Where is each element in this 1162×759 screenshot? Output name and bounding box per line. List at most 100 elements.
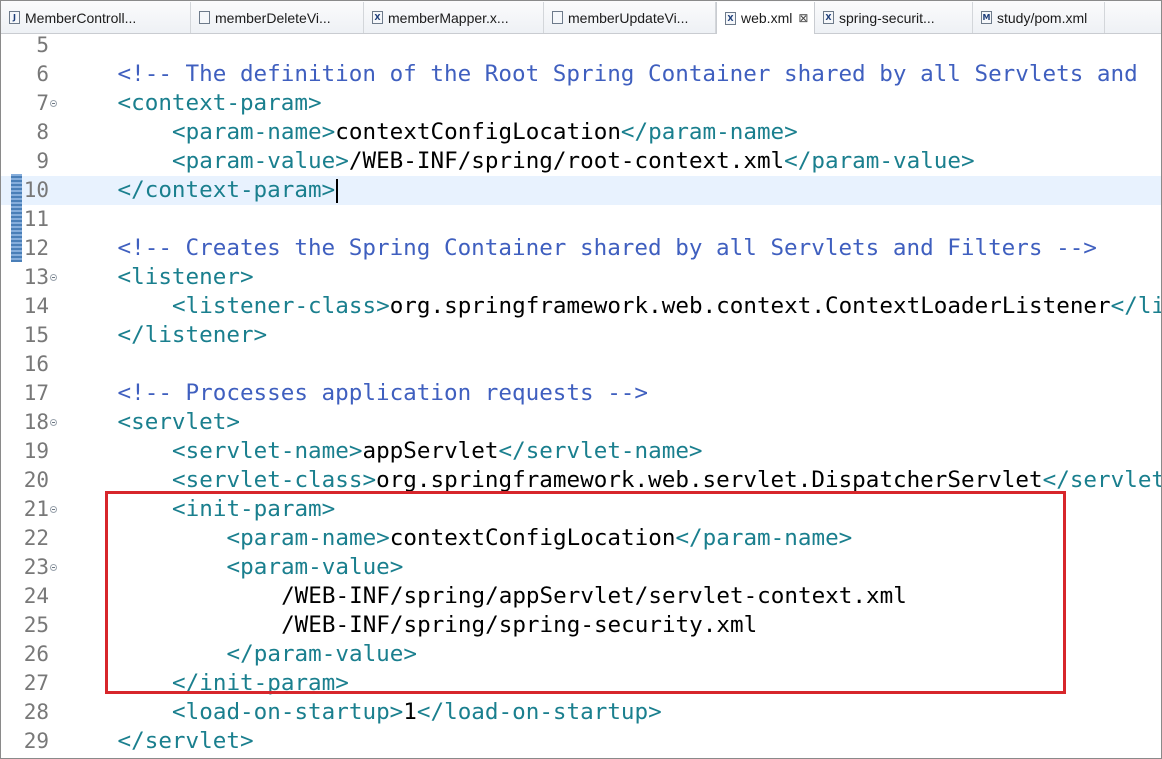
xml-tag: <param-value> [226, 554, 404, 580]
line-number: 14 [23, 294, 49, 318]
line-number: 6 [36, 62, 49, 86]
xml-tag: </init-param> [172, 670, 349, 696]
xml-comment: <!-- Processes application requests --> [117, 380, 649, 406]
xml-tag: <load-on-startup> [172, 699, 404, 725]
xml-tag: </load-on-startup> [416, 699, 662, 725]
line-number: 21 [23, 497, 49, 521]
xml-tag: </param-value> [784, 148, 975, 174]
line-number: 9 [36, 149, 49, 173]
code-line[interactable]: 17 <!-- Processes application requests --… [1, 379, 1161, 408]
tab-memberdeletevi[interactable]: memberDeleteVi... [191, 2, 364, 33]
code-line[interactable]: 18 <servlet> [1, 408, 1161, 437]
jsp-file-icon [552, 11, 563, 24]
xml-file-icon: X [725, 11, 736, 25]
code-line[interactable]: 14 <listener-class>org.springframework.we… [1, 292, 1161, 321]
code-line[interactable]: 29 </servlet> [1, 727, 1161, 756]
line-number: 29 [23, 729, 49, 753]
xml-tag: <servlet> [117, 409, 240, 435]
line-number: 7 [36, 91, 49, 115]
code-line[interactable]: 21 <init-param> [1, 495, 1161, 524]
xml-tag: </param-name> [675, 525, 853, 551]
code-text: </init-param> [172, 669, 349, 698]
line-number: 17 [23, 381, 49, 405]
xml-tag: </param-name> [620, 119, 798, 145]
tab-label: spring-securit... [839, 9, 935, 26]
fold-toggle-icon[interactable] [50, 274, 57, 281]
fold-toggle-icon[interactable] [50, 100, 57, 107]
xml-tag: </listener> [117, 322, 268, 348]
fold-toggle-icon[interactable] [50, 564, 57, 571]
code-text: <servlet> [118, 408, 240, 437]
code-line[interactable]: 8 <param-name>contextConfigLocation</para… [1, 118, 1161, 147]
code-text: </servlet> [118, 727, 254, 756]
tab-spring-securit[interactable]: Xspring-securit... [815, 2, 973, 33]
code-line[interactable]: 15 </listener> [1, 321, 1161, 350]
code-text: /WEB-INF/spring/spring-security.xml [281, 611, 757, 640]
xml-text: contextConfigLocation [389, 525, 676, 551]
tab-label: MemberControll... [25, 9, 137, 26]
code-line[interactable]: 12 <!-- Creates the Spring Container shar… [1, 234, 1161, 263]
code-text: <!-- The definition of the Root Spring C… [118, 60, 1138, 89]
code-line[interactable]: 9 <param-value>/WEB-INF/spring/root-conte… [1, 147, 1161, 176]
jsp-file-icon [199, 11, 210, 24]
code-line[interactable]: 7 <context-param> [1, 89, 1161, 118]
code-line[interactable]: 24/WEB-INF/spring/appServlet/servlet-con… [1, 582, 1161, 611]
xml-tag: <param-name> [226, 525, 390, 551]
line-number: 23 [23, 555, 49, 579]
xml-tag: <servlet-name> [172, 438, 363, 464]
line-number: 20 [23, 468, 49, 492]
xml-tag: <listener> [117, 264, 254, 290]
code-line[interactable]: 26 </param-value> [1, 640, 1161, 669]
tab-label: memberDeleteVi... [215, 9, 331, 26]
tab-membermapper-x[interactable]: XmemberMapper.x... [364, 2, 544, 33]
tab-label: memberUpdateVi... [568, 9, 689, 26]
xml-tag: </servlet-name> [498, 438, 703, 464]
code-line[interactable]: 28 <load-on-startup>1</load-on-startup> [1, 698, 1161, 727]
code-line[interactable]: 6 <!-- The definition of the Root Spring … [1, 60, 1161, 89]
tab-membercontroll[interactable]: J MemberControll... [1, 2, 191, 33]
code-text: <context-param> [118, 89, 322, 118]
code-line[interactable]: 25/WEB-INF/spring/spring-security.xml [1, 611, 1161, 640]
tab-web-xml[interactable]: Xweb.xml ⊠ [716, 2, 815, 34]
xml-text: 1 [403, 699, 417, 725]
code-text: <init-param> [172, 495, 335, 524]
code-line[interactable]: 13 <listener> [1, 263, 1161, 292]
line-number: 13 [23, 265, 49, 289]
code-text: </listener> [118, 321, 268, 350]
tab-memberupdatevi[interactable]: memberUpdateVi... [544, 2, 716, 33]
line-number: 27 [23, 671, 49, 695]
xml-tag: <param-name> [172, 119, 336, 145]
code-line[interactable]: 16 [1, 350, 1161, 379]
code-line[interactable]: 5 [1, 33, 1161, 60]
xml-tag: </listener-class> [1110, 293, 1161, 319]
code-text: </context-param> [118, 176, 339, 205]
xml-tag: </servlet> [117, 728, 254, 754]
xml-text: /WEB-INF/spring/appServlet/servlet-conte… [281, 583, 907, 609]
xml-file-icon: X [823, 11, 834, 24]
xml-text: org.springframework.web.context.ContextL… [389, 293, 1111, 319]
code-text: <param-value>/WEB-INF/spring/root-contex… [172, 147, 975, 176]
code-editor[interactable]: 29 </servlet> 28 <load-on-startup>1</load-o… [1, 33, 1161, 758]
code-line[interactable]: 20 <servlet-class>org.springframework.web… [1, 466, 1161, 495]
code-line[interactable]: 10 </context-param> [1, 176, 1161, 205]
maven-file-icon: M [981, 11, 992, 24]
line-number: 26 [23, 642, 49, 666]
code-line[interactable]: 23 <param-value> [1, 553, 1161, 582]
close-tab-icon[interactable]: ⊠ [798, 11, 808, 25]
code-text: <listener> [118, 263, 254, 292]
tab-study-pom-xml[interactable]: Mstudy/pom.xml [973, 2, 1105, 33]
xml-tag: </context-param> [117, 177, 336, 203]
xml-file-icon: X [372, 11, 383, 24]
code-text: <load-on-startup>1</load-on-startup> [172, 698, 662, 727]
code-line[interactable]: 11 [1, 205, 1161, 234]
fold-toggle-icon[interactable] [50, 506, 57, 513]
line-number: 25 [23, 613, 49, 637]
code-line[interactable]: 27 </init-param> [1, 669, 1161, 698]
line-number: 15 [23, 323, 49, 347]
fold-toggle-icon[interactable] [50, 419, 57, 426]
tab-label: memberMapper.x... [388, 9, 509, 26]
code-line[interactable]: 19 <servlet-name>appServlet</servlet-name… [1, 437, 1161, 466]
code-line[interactable]: 22 <param-name>contextConfigLocation</par… [1, 524, 1161, 553]
editor-tab-bar: J MemberControll... memberDeleteVi... Xmemb… [1, 1, 1161, 34]
xml-comment: <!-- Creates the Spring Container shared… [117, 235, 1097, 261]
